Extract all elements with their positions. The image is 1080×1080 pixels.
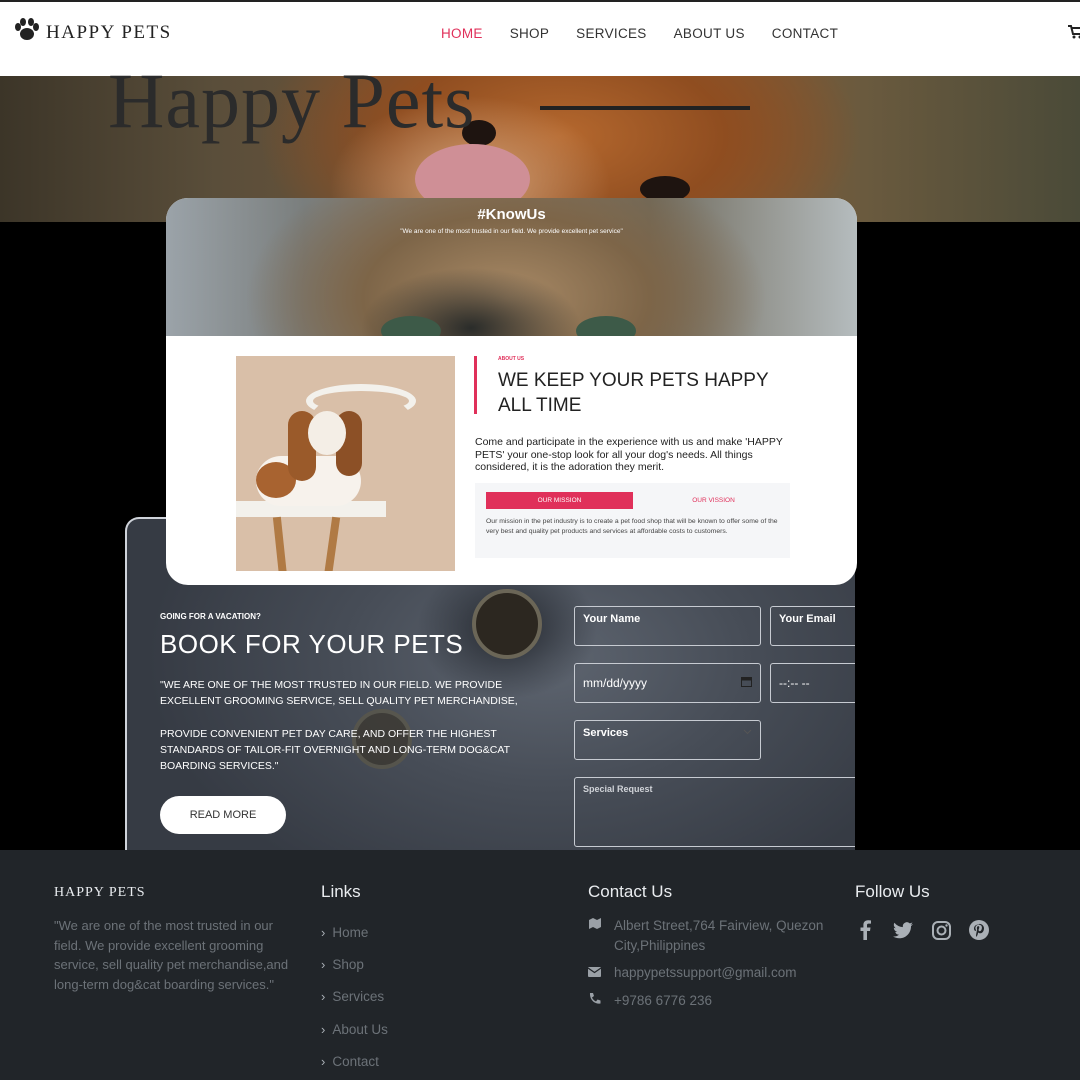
banner-quote: "We are one of the most trusted in our f…	[400, 228, 623, 235]
time-field[interactable]: --:-- --	[770, 663, 855, 703]
footer-description: "We are one of the most trusted in our f…	[54, 918, 289, 992]
footer-link-label: Home	[332, 924, 369, 940]
email-text[interactable]: happypetssupport@gmail.com	[614, 963, 797, 983]
social-links	[853, 918, 991, 942]
chevron-right-icon: ›	[321, 989, 326, 1005]
booking-overline: GOING FOR A VACATION?	[160, 612, 261, 621]
brand-logo[interactable]: HAPPY PETS	[14, 18, 172, 47]
about-title: WE KEEP YOUR PETS HAPPY ALL TIME	[498, 370, 769, 416]
booking-text: "WE ARE ONE OF THE MOST TRUSTED IN OUR F…	[160, 679, 518, 707]
paw-icon	[14, 18, 40, 47]
chair-leg	[323, 516, 341, 571]
about-text: Come and participate in the experience w…	[475, 436, 783, 473]
chevron-right-icon: ›	[321, 957, 326, 973]
email-field[interactable]: Your Email	[770, 606, 855, 646]
about-overline: ABOUT US	[498, 356, 525, 362]
tab-our-vission[interactable]: OUR VISSION	[640, 492, 787, 509]
nav-about-us[interactable]: ABOUT US	[674, 26, 745, 41]
pinterest-icon[interactable]	[967, 918, 991, 942]
cat-eye	[576, 316, 636, 336]
map-icon	[588, 916, 602, 955]
dog-on-chair-image	[236, 356, 455, 571]
footer-brand: HAPPY PETS	[54, 885, 146, 900]
chevron-down-icon	[743, 727, 752, 753]
about-card: #KnowUs "We are one of the most trusted …	[166, 198, 857, 585]
footer-link-shop[interactable]: › Shop	[321, 948, 388, 980]
links-heading: Links	[321, 882, 361, 901]
chevron-right-icon: ›	[321, 1054, 326, 1070]
cat-eye	[381, 316, 441, 336]
contact-heading: Contact Us	[588, 882, 673, 901]
phone-icon	[588, 991, 602, 1011]
footer-links: › Home › Shop › Services › About Us › Contact	[321, 916, 388, 1078]
nav-home[interactable]: HOME	[441, 26, 483, 41]
footer-link-services[interactable]: › Services	[321, 981, 388, 1013]
chair-leg	[272, 516, 288, 571]
booking-title: BOOK FOR YOUR PETS	[160, 629, 464, 659]
main-menu: HOME SHOP SERVICES ABOUT US CONTACT	[441, 26, 838, 41]
know-us-tag: #KnowUs	[477, 206, 546, 223]
services-select[interactable]: Services	[574, 720, 761, 760]
name-field[interactable]: Your Name	[574, 606, 761, 646]
date-value: mm/dd/yyyy	[583, 676, 648, 690]
footer-link-home[interactable]: › Home	[321, 916, 388, 948]
phone-text[interactable]: +9786 6776 236	[614, 991, 712, 1011]
nav-services[interactable]: SERVICES	[576, 26, 646, 41]
booking-text: PROVIDE CONVENIENT PET DAY CARE, AND OFF…	[160, 728, 510, 772]
footer-link-label: About Us	[332, 1021, 388, 1037]
tab-content: Our mission in the pet industry is to cr…	[486, 518, 778, 535]
footer-link-about-us[interactable]: › About Us	[321, 1013, 388, 1045]
hero-title: Happy Pets	[108, 57, 476, 144]
calendar-icon[interactable]	[741, 676, 752, 690]
footer-link-contact[interactable]: › Contact	[321, 1046, 388, 1078]
footer-link-label: Services	[332, 989, 385, 1005]
address-text: Albert Street,764 Fairview, Quezon City,…	[614, 918, 824, 953]
contact-phone: +9786 6776 236	[588, 991, 838, 1011]
contact-address: Albert Street,764 Fairview, Quezon City,…	[588, 916, 838, 955]
instagram-icon[interactable]	[929, 918, 953, 942]
follow-heading: Follow Us	[855, 882, 930, 901]
facebook-icon[interactable]	[853, 918, 877, 942]
dog-head	[308, 411, 346, 455]
envelope-icon	[587, 963, 602, 983]
hero-divider	[540, 106, 750, 110]
cat-eye-image	[472, 589, 542, 659]
services-label: Services	[583, 727, 629, 739]
cart-icon[interactable]	[1068, 24, 1080, 45]
chevron-right-icon: ›	[321, 924, 326, 940]
contact-info: Albert Street,764 Fairview, Quezon City,…	[587, 916, 838, 1018]
nav-contact[interactable]: CONTACT	[772, 26, 838, 41]
date-field[interactable]: mm/dd/yyyy	[574, 663, 761, 703]
read-more-button[interactable]: READ MORE	[160, 796, 286, 834]
footer: HAPPY PETS "We are one of the most trust…	[0, 850, 1080, 1080]
accent-bar	[474, 356, 477, 414]
tab-our-mission[interactable]: OUR MISSION	[486, 492, 633, 509]
chevron-right-icon: ›	[321, 1021, 326, 1037]
brand-name: HAPPY PETS	[46, 21, 172, 43]
contact-email: happypetssupport@gmail.com	[587, 963, 838, 983]
footer-link-label: Shop	[332, 957, 364, 973]
nav-shop[interactable]: SHOP	[510, 26, 549, 41]
mission-vision-tabs: OUR MISSION OUR VISSION Our mission in t…	[475, 483, 790, 558]
twitter-icon[interactable]	[891, 918, 915, 942]
footer-link-label: Contact	[332, 1054, 379, 1070]
special-request-textarea[interactable]: Special Request	[574, 777, 855, 847]
